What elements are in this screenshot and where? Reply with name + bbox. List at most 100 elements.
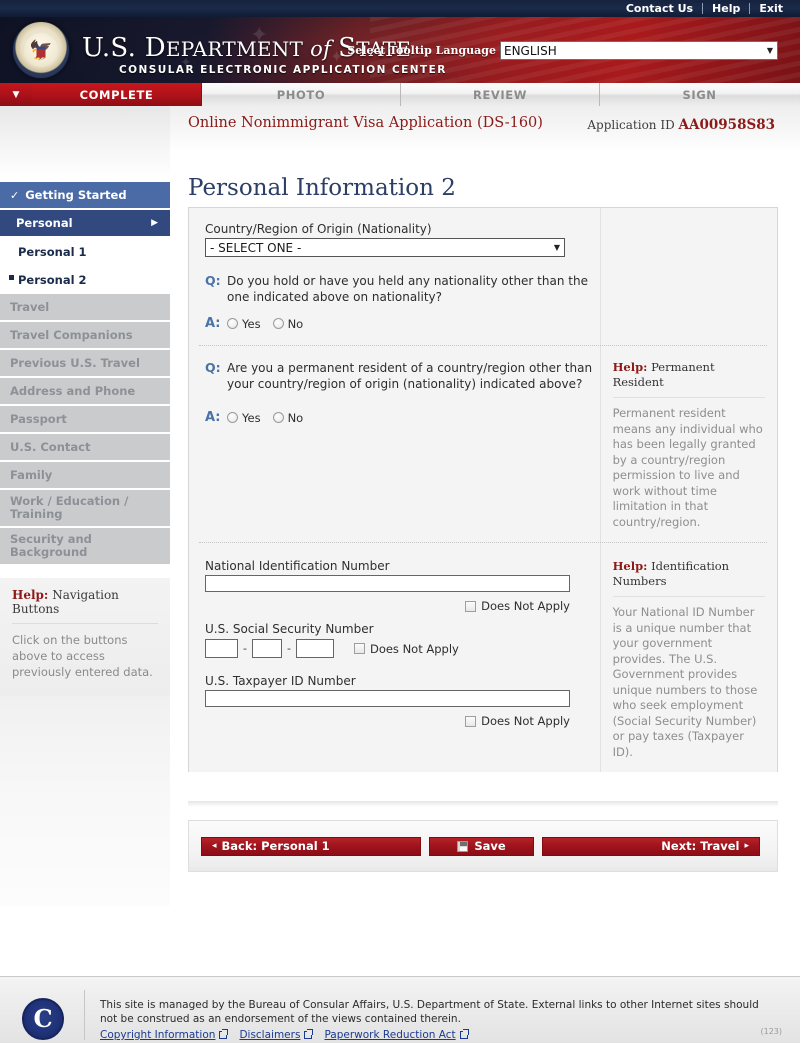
section-navigation: ✓ Getting Started Personal ▶ Personal 1 … <box>0 182 170 566</box>
ssn-label: U.S. Social Security Number <box>205 622 374 636</box>
ssn-part3-input[interactable] <box>295 639 334 658</box>
tab-complete[interactable]: COMPLETE <box>32 83 202 106</box>
tab-sign[interactable]: SIGN <box>600 83 799 106</box>
sidebar-item-passport: Passport <box>0 406 170 432</box>
help-title-prefix: Help: <box>612 559 648 573</box>
taxpayer-id-label: U.S. Taxpayer ID Number <box>205 674 356 688</box>
sidebar-item-label: Travel Companions <box>10 328 133 342</box>
sidebar-item-label: Travel <box>10 300 50 314</box>
footer-seal-letter: C <box>33 1003 53 1033</box>
sidebar-item-label: Security and Background <box>10 532 92 559</box>
help-title: Help: Identification Numbers <box>612 559 765 597</box>
back-button-label: Back: Personal 1 <box>221 839 330 853</box>
footer-links: Copyright Information Disclaimers Paperwor… <box>100 1028 760 1042</box>
arrow-right-icon: ▸ <box>744 841 749 851</box>
tooltip-language-value: ENGLISH <box>504 43 557 58</box>
sidebar-item-label: U.S. Contact <box>10 440 91 454</box>
footer-disclaimer-text: This site is managed by the Bureau of Co… <box>100 999 759 1025</box>
ssn-part2-input[interactable] <box>251 639 282 658</box>
footer-spacer <box>0 906 800 976</box>
divider <box>84 990 85 1040</box>
radio-permanent-resident-yes[interactable] <box>227 412 238 423</box>
exit-link[interactable]: Exit <box>750 0 792 17</box>
national-id-input[interactable] <box>205 575 570 592</box>
copyright-information-link[interactable]: Copyright Information <box>100 1029 215 1041</box>
sidebar-top-gradient <box>0 106 170 178</box>
paperwork-reduction-act-link[interactable]: Paperwork Reduction Act <box>324 1029 455 1041</box>
ssn-separator: - <box>243 642 247 655</box>
permanent-resident-section: Q: Are you a permanent resident of a cou… <box>189 346 777 542</box>
sidebar-item-label: Personal <box>16 216 73 230</box>
contact-us-link[interactable]: Contact Us <box>617 0 702 17</box>
sidebar-help-title-prefix: Help: <box>12 588 49 602</box>
footer-version-code: (123) <box>760 1027 782 1036</box>
banner-subtitle: CONSULAR ELECTRONIC APPLICATION CENTER <box>119 64 447 76</box>
radio-other-nationality-no[interactable] <box>272 318 284 329</box>
sidebar-item-label: Previous U.S. Travel <box>10 356 140 370</box>
external-link-icon <box>219 1029 229 1039</box>
question-text: Do you hold or have you held any nationa… <box>227 274 588 304</box>
sidebar-item-previous-us-travel: Previous U.S. Travel <box>0 350 170 376</box>
identification-numbers-section: National Identification Number Does Not … <box>189 543 777 772</box>
help-body: Permanent resident means any individual … <box>612 406 763 529</box>
sidebar-item-label: Address and Phone <box>10 384 136 398</box>
help-link[interactable]: Help <box>703 0 749 17</box>
radio-other-nationality-yes[interactable] <box>227 318 238 329</box>
question-marker: Q: <box>205 273 221 288</box>
tooltip-language-label: Select Tooltip Language <box>347 44 496 57</box>
panel-shadow <box>188 801 778 807</box>
sidebar-item-label: Getting Started <box>25 188 127 202</box>
page-title: Personal Information 2 <box>188 175 456 202</box>
external-link-icon <box>459 1029 469 1039</box>
progress-tab-strip: ▼ COMPLETE PHOTO REVIEW SIGN <box>0 83 800 106</box>
save-button[interactable]: Save <box>429 836 534 856</box>
sidebar-item-personal-1[interactable]: Personal 1 <box>0 238 170 266</box>
help-identification-numbers: Help: Identification Numbers Your Nation… <box>599 543 777 772</box>
nationality-label: Country/Region of Origin (Nationality) <box>205 222 432 236</box>
current-page-bullet-icon <box>9 275 14 280</box>
nationality-select[interactable]: - SELECT ONE - ▼ <box>205 238 565 257</box>
sidebar-item-personal[interactable]: Personal ▶ <box>0 210 170 236</box>
help-title-prefix: Help: <box>612 360 648 374</box>
tooltip-language-selector[interactable]: Select Tooltip Language ENGLISH ▼ <box>347 41 778 60</box>
application-id-value: AA00958S83 <box>678 117 775 133</box>
checkbox-label: Does Not Apply <box>481 714 570 728</box>
sidebar-help-title: Help: Navigation Buttons <box>12 588 158 624</box>
national-id-does-not-apply-checkbox[interactable] <box>465 600 477 612</box>
arrow-left-icon: ◂ <box>212 841 217 851</box>
radio-label-yes: Yes <box>242 410 261 425</box>
top-utility-bar: Contact Us Help Exit <box>0 0 800 17</box>
top-utility-links: Contact Us Help Exit <box>617 0 792 17</box>
tab-review[interactable]: REVIEW <box>401 83 600 106</box>
taxpayer-id-group: U.S. Taxpayer ID Number Does Not Apply <box>205 674 600 728</box>
sidebar-item-us-contact: U.S. Contact <box>0 434 170 460</box>
ssn-part1-input[interactable] <box>205 639 238 658</box>
tab-expand-arrow-icon[interactable]: ▼ <box>0 83 32 106</box>
sidebar-item-label: Personal 2 <box>18 273 87 287</box>
disclaimers-link[interactable]: Disclaimers <box>239 1029 300 1041</box>
tooltip-language-dropdown[interactable]: ENGLISH ▼ <box>500 41 778 60</box>
ssn-does-not-apply-checkbox[interactable] <box>353 643 365 654</box>
sidebar-item-personal-2[interactable]: Personal 2 <box>0 266 170 294</box>
checkbox-label: Does Not Apply <box>481 599 570 613</box>
radio-permanent-resident-no[interactable] <box>272 412 284 423</box>
ssn-separator: - <box>286 642 291 655</box>
back-button[interactable]: ◂ Back: Personal 1 <box>201 836 421 856</box>
taxpayer-id-does-not-apply-checkbox[interactable] <box>465 715 477 727</box>
save-disk-icon <box>457 840 469 852</box>
sidebar-item-family: Family <box>0 462 170 488</box>
consular-affairs-seal-icon: C <box>22 998 64 1040</box>
radio-label-no: No <box>287 316 304 331</box>
radio-label-yes: Yes <box>242 316 261 331</box>
page-header-bar: Online Nonimmigrant Visa Application (DS… <box>170 106 800 152</box>
checkbox-label: Does Not Apply <box>369 641 459 656</box>
left-sidebar: ✓ Getting Started Personal ▶ Personal 1 … <box>0 106 170 986</box>
sidebar-item-label: Personal 1 <box>18 245 87 259</box>
sidebar-item-getting-started[interactable]: ✓ Getting Started <box>0 182 170 208</box>
next-button[interactable]: Next: Travel ▸ <box>542 836 760 856</box>
check-icon: ✓ <box>10 188 20 202</box>
taxpayer-id-input[interactable] <box>205 690 570 707</box>
national-id-does-not-apply-row: Does Not Apply <box>205 599 570 613</box>
tab-photo[interactable]: PHOTO <box>202 83 401 106</box>
sidebar-item-label: Passport <box>10 412 67 426</box>
